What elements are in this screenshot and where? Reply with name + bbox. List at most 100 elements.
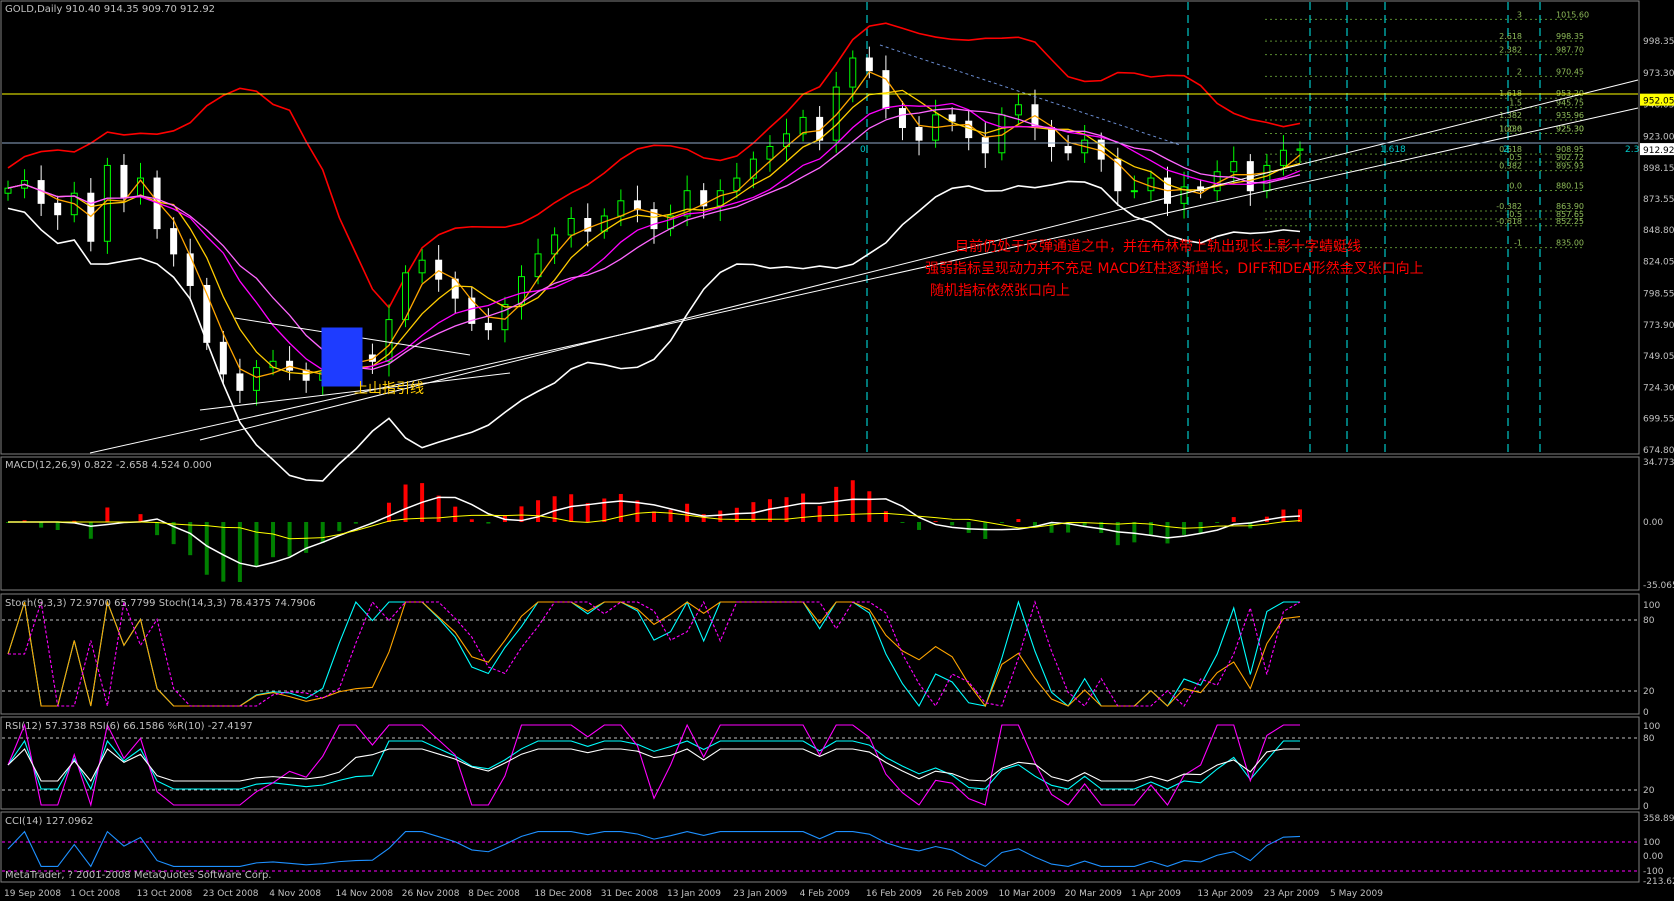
fib-level-value: 935.96 [1556, 111, 1584, 120]
date-tick: 23 Oct 2008 [203, 889, 259, 899]
date-tick: 20 Mar 2009 [1065, 889, 1122, 899]
indicator-tick: 100 [1643, 838, 1660, 848]
macd-bar [254, 522, 259, 567]
date-tick: 19 Sep 2008 [4, 889, 61, 899]
date-axis: 19 Sep 2008 1 Oct 2008 13 Oct 2008 23 Oct 2… [4, 889, 1383, 899]
fib-level-label: -0.618 [1496, 217, 1522, 226]
candle-body [766, 145, 774, 160]
cci-header: CCI(14) 127.0962 [5, 816, 93, 827]
macd-bar [569, 494, 574, 522]
candle-body [170, 228, 178, 255]
annotation-line-2: 强弱指标呈现动力并不充足 MACD红柱逐渐增长，DIFF和DEA形然金叉张口向上 [925, 260, 1424, 277]
macd-bar [652, 511, 656, 522]
macd-bar [403, 484, 408, 522]
macd-bar [933, 521, 938, 523]
macd-bar [767, 499, 772, 522]
fib-level-label: 100.0 [1499, 124, 1522, 133]
candle-body [1213, 171, 1221, 192]
price-tick: 773.90 [1643, 321, 1674, 331]
price-tick: 824.05 [1643, 257, 1674, 267]
price-tick: 848.80 [1643, 226, 1674, 236]
candle-body [4, 187, 12, 194]
candle-body [120, 164, 128, 198]
indicator-tick: -100 [1643, 867, 1664, 877]
macd-bar [917, 522, 922, 530]
candle-body [849, 57, 857, 88]
price-tick: 749.05 [1643, 352, 1674, 362]
macd-bar [237, 522, 242, 582]
time-zone-label: 0 [860, 145, 866, 155]
date-tick: 13 Apr 2009 [1197, 889, 1253, 899]
fib-level-value: 1015.60 [1556, 10, 1589, 19]
indicator-tick: 20 [1643, 786, 1655, 796]
macd-bar [999, 522, 1004, 523]
annotation-line-3: 随机指标依然张口向上 [930, 282, 1070, 299]
indicator-tick: 0.00 [1643, 852, 1663, 862]
fib-level-value: 970.45 [1556, 67, 1584, 76]
fib-level-value: 880.15 [1556, 182, 1584, 191]
candle-body [567, 218, 575, 236]
candle-body [418, 259, 426, 274]
date-tick: 4 Nov 2008 [269, 889, 321, 899]
candle-body [832, 86, 840, 141]
candle-body [236, 373, 244, 391]
indicator-tick: 0.00 [1643, 518, 1663, 528]
macd-bar [88, 522, 93, 539]
macd-bar [900, 522, 905, 523]
candle-body [1263, 164, 1271, 192]
macd-bar [536, 500, 541, 522]
price-tick: 724.30 [1643, 383, 1674, 393]
candle-body [435, 259, 443, 280]
highlight-box[interactable] [321, 327, 363, 387]
macd-bar [1016, 519, 1021, 522]
macd-bar [105, 507, 110, 522]
macd-bar [337, 522, 342, 532]
indicator-tick: 80 [1643, 616, 1655, 626]
time-zone-label: 2 [1503, 145, 1509, 155]
fib-level-label: 0.382 [1499, 162, 1522, 171]
candle-body [54, 202, 62, 216]
date-tick: 23 Apr 2009 [1264, 889, 1320, 899]
macd-bar [1132, 522, 1137, 543]
indicator-tick: 358.892 [1643, 814, 1674, 824]
date-tick: 13 Oct 2008 [137, 889, 193, 899]
macd-bar [55, 522, 60, 531]
candle-body [551, 234, 559, 255]
macd-bar [834, 486, 839, 522]
date-tick: 31 Dec 2008 [601, 889, 659, 899]
fib-level-label: 3 [1517, 10, 1522, 19]
date-tick: 4 Feb 2009 [800, 889, 851, 899]
candle-body [799, 116, 807, 135]
date-tick: 1 Oct 2008 [70, 889, 120, 899]
candle-body [865, 57, 873, 72]
fib-level-label: 0.0 [1509, 182, 1522, 191]
candle-body [1230, 161, 1238, 173]
annotation-line-1: 目前仍处于反弹通道之中，并在布林带上轨出现长上影十字蜻蜓线 [955, 238, 1361, 255]
stoch-header: Stoch(9,3,3) 72.9700 65.7799 Stoch(14,3,… [5, 598, 316, 609]
indicator-tick: 100 [1643, 722, 1660, 732]
macd-bar [784, 497, 789, 522]
candle-body [1014, 104, 1022, 116]
macd-header: MACD(12,26,9) 0.822 -2.658 4.524 0.000 [5, 460, 212, 471]
candle-body [898, 108, 906, 129]
fib-level-label: 1.5 [1509, 99, 1522, 108]
price-tick: 998.35 [1643, 37, 1674, 47]
macd-bar [155, 522, 160, 536]
price-header: GOLD,Daily 910.40 914.35 909.70 912.92 [5, 4, 215, 15]
candle-body [1048, 127, 1056, 147]
price-tick: 699.55 [1643, 415, 1674, 425]
price-tick: 973.30 [1643, 69, 1674, 79]
fib-level-label: 2.618 [1499, 32, 1522, 41]
date-tick: 26 Nov 2008 [402, 889, 460, 899]
macd-bar [39, 522, 44, 528]
macd-bar [188, 522, 193, 556]
macd-bar [983, 522, 988, 539]
macd-bar [469, 519, 474, 522]
candle-body [1296, 148, 1304, 151]
date-tick: 26 Feb 2009 [932, 889, 988, 899]
indicator-tick: 0 [1643, 708, 1649, 718]
fib-level-value: 852.25 [1556, 217, 1584, 226]
macd-bar [353, 522, 358, 524]
macd-bar [271, 522, 276, 558]
trading-chart: 3 1015.60 2.618 998.35 2.382 987.70 2 970.45 1.6… [0, 0, 1674, 901]
